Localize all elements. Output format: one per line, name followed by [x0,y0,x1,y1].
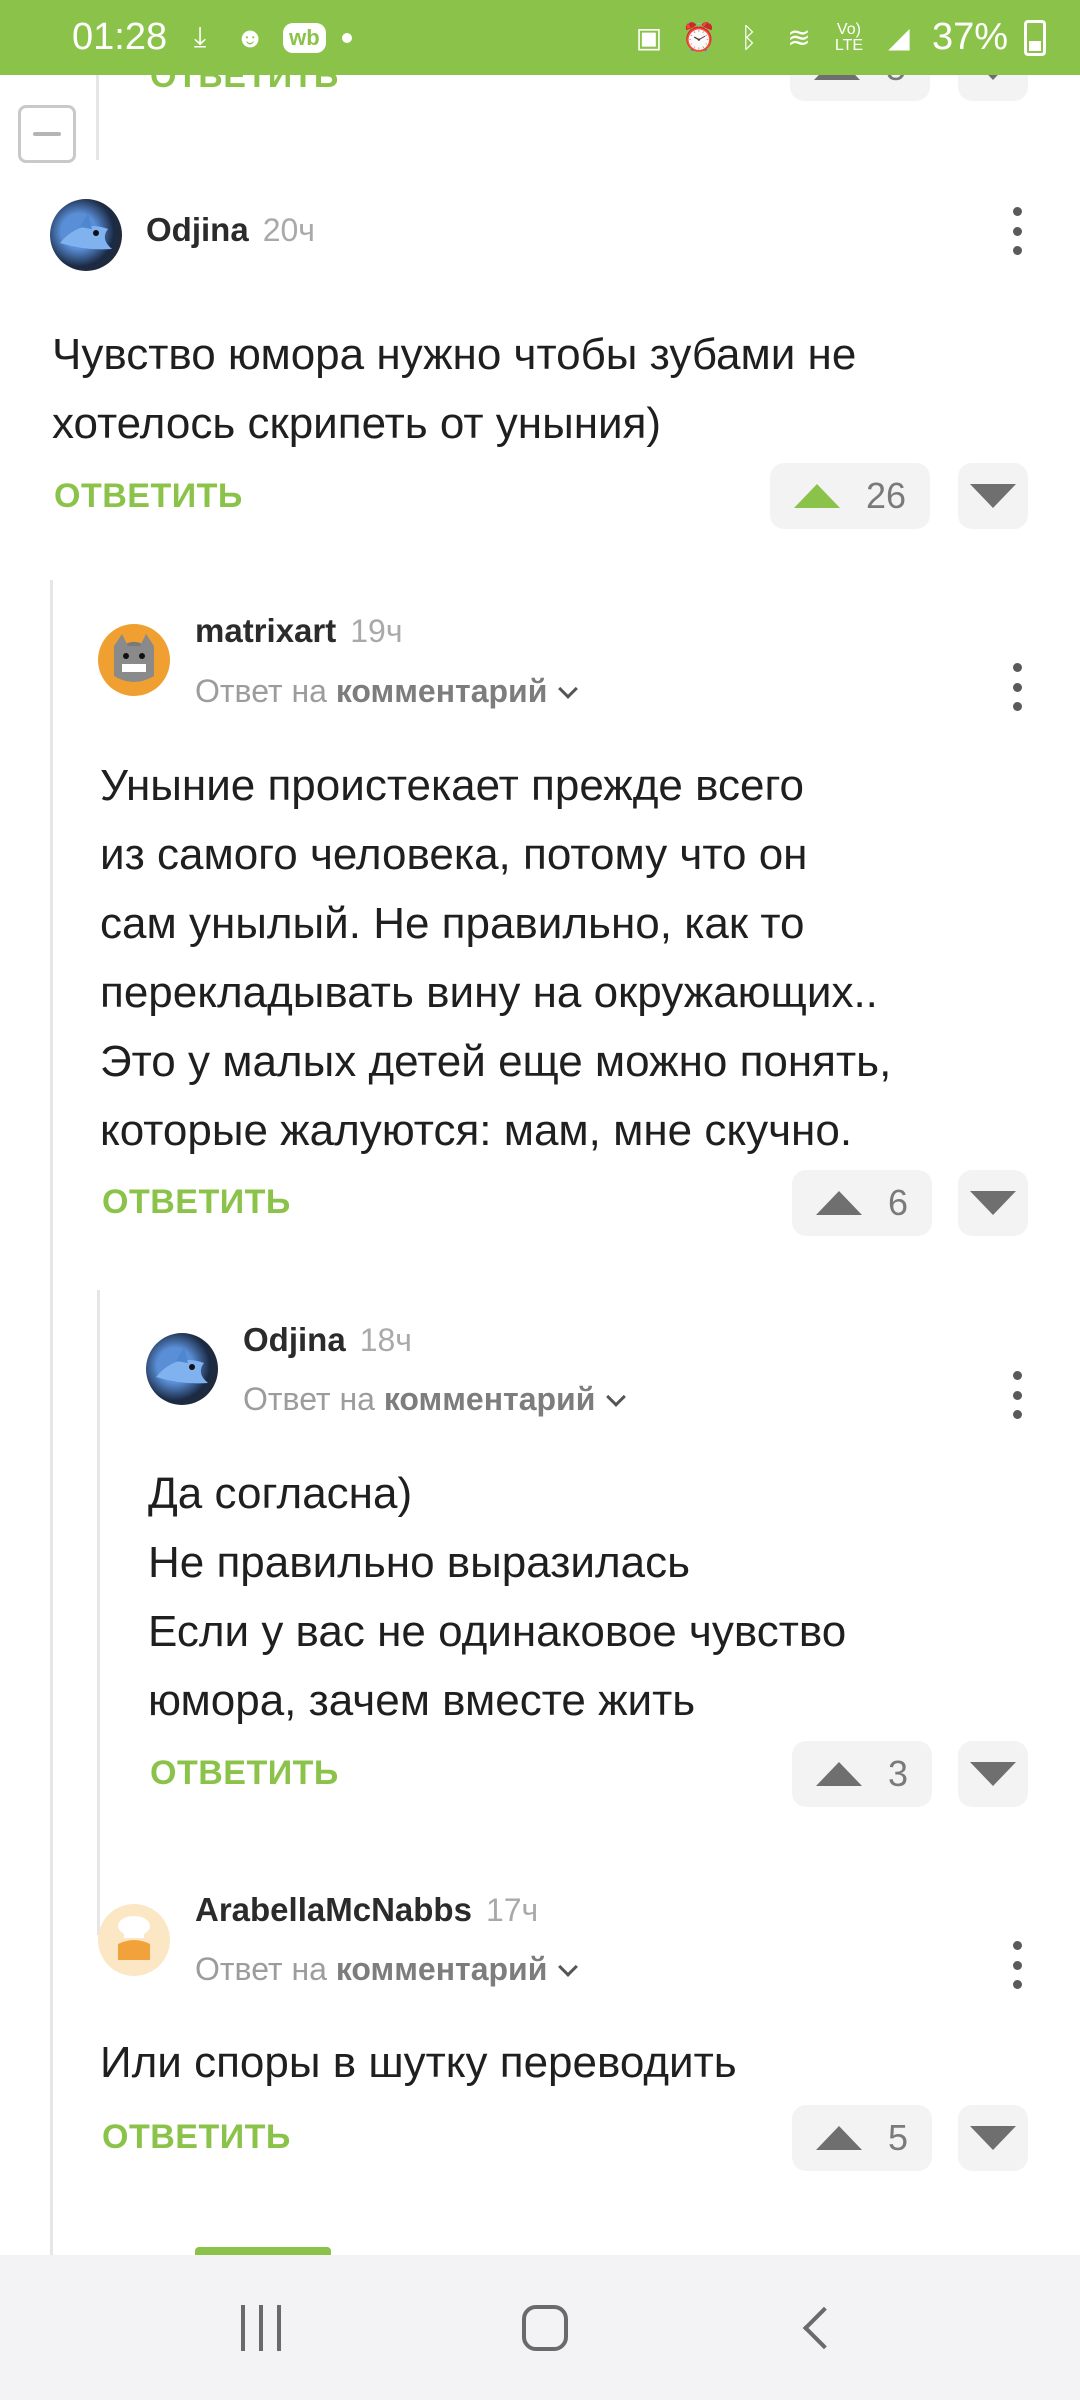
downvote-icon [970,484,1016,508]
avatar[interactable] [98,624,170,696]
reply-button[interactable]: ОТВЕТИТЬ [102,1183,291,1222]
more-options-icon[interactable] [1007,1365,1027,1425]
wb-app-icon: wb [283,22,326,53]
upvote-button[interactable]: 5 [792,2105,933,2171]
downvote-icon [970,2126,1016,2150]
comment-author[interactable]: Odjina 20ч [146,211,315,249]
comment-text: Или споры в шутку переводить [100,2038,737,2087]
download-icon: ⤓ [193,21,207,52]
avatar[interactable] [146,1333,218,1405]
downvote-button[interactable] [958,1741,1028,1807]
reply-button[interactable]: ОТВЕТИТЬ [150,75,339,96]
downvote-icon [970,1191,1016,1215]
next-item-partial [195,2247,331,2255]
wifi-icon: ≋ [787,22,811,53]
reply-button[interactable]: ОТВЕТИТЬ [102,2118,291,2157]
upvote-icon [814,75,860,80]
chat-app-icon: ☻ [235,21,265,53]
upvote-icon [816,1762,862,1786]
vote-count: 3 [888,1753,909,1794]
comment-text: Чувство юмора нужно чтобы зубами не хоте… [52,330,857,448]
downvote-button[interactable] [958,75,1028,101]
downvote-icon [970,75,1016,80]
upvote-button[interactable]: 3 [792,1741,933,1807]
avatar[interactable] [50,199,122,271]
thread-line [97,1290,100,1935]
downvote-button[interactable] [958,463,1028,529]
battery-saver-icon: ▣ [635,22,663,53]
dot-icon [341,32,352,43]
upvote-icon [816,1191,862,1215]
shark-avatar-icon [60,213,112,250]
more-options-icon[interactable] [1007,201,1027,261]
comment-author[interactable]: Odjina 18ч [243,1321,412,1359]
downvote-button[interactable] [958,1170,1028,1236]
bluetooth-icon: ᛒ [740,21,758,53]
recent-apps-icon[interactable] [240,2304,281,2351]
battery-icon [1024,19,1046,56]
upvote-button[interactable]: 5 [790,75,931,101]
comment-time: 18ч [359,1322,412,1358]
clock: 01:28 [72,16,168,58]
chevron-down-icon [606,1387,627,1407]
comment-text: Уныние проистекает прежде всего из самог… [100,761,892,1155]
upvote-button[interactable]: 6 [792,1170,933,1236]
upvote-button[interactable]: 26 [770,463,931,529]
more-options-icon[interactable] [1007,1935,1027,1995]
chevron-down-icon [558,679,579,699]
home-icon[interactable] [521,2304,568,2351]
more-options-icon[interactable] [1007,657,1027,717]
navigation-bar [0,2255,1080,2400]
comment-text: Да согласна) Не правильно выразилась Есл… [148,1469,847,1725]
status-bar: 01:28 ⤓ ☻ wb ▣ ⏰ ᛒ ≋ Vo) LTE ◢ 37% [0,0,1080,75]
reply-to-link[interactable]: Ответ на комментарий [195,673,579,710]
comment-time: 17ч [485,1892,539,1928]
reply-button[interactable]: ОТВЕТИТЬ [150,1754,339,1793]
comment-time: 19ч [350,613,403,649]
upvote-icon [816,2126,862,2150]
shark-avatar-icon [156,1347,208,1384]
upvote-icon [794,484,840,508]
comment-author[interactable]: matrixart 19ч [195,612,403,650]
thread-line [96,75,99,160]
chevron-down-icon [558,1957,579,1977]
reply-to-link[interactable]: Ответ на комментарий [195,1951,579,1988]
downvote-icon [970,1762,1016,1786]
alarm-icon: ⏰ [681,22,717,53]
vote-count: 26 [866,475,907,516]
comments-feed[interactable]: ОТВЕТИТЬ 5 Odjina20ч Чувство юмора нужно… [0,75,1080,2255]
cook-avatar-icon [118,1916,150,1960]
volte-icon: Vo) LTE [834,20,864,54]
vote-count: 5 [888,2117,909,2158]
reply-to-link[interactable]: Ответ на комментарий [243,1381,627,1418]
cat-avatar-icon [114,634,154,682]
thread-line [50,580,53,2255]
vote-count: 6 [888,1182,909,1223]
collapse-thread-button[interactable] [18,105,76,163]
avatar[interactable] [98,1904,170,1976]
downvote-button[interactable] [958,2105,1028,2171]
comment-author[interactable]: ArabellaMcNabbs 17ч [195,1891,538,1929]
back-icon[interactable] [803,2306,846,2349]
signal-icon: ◢ [888,22,910,53]
vote-count: 5 [886,75,906,89]
comment-time: 20ч [262,212,315,248]
battery-percent: 37% [931,16,1008,58]
reply-button[interactable]: ОТВЕТИТЬ [54,477,243,516]
